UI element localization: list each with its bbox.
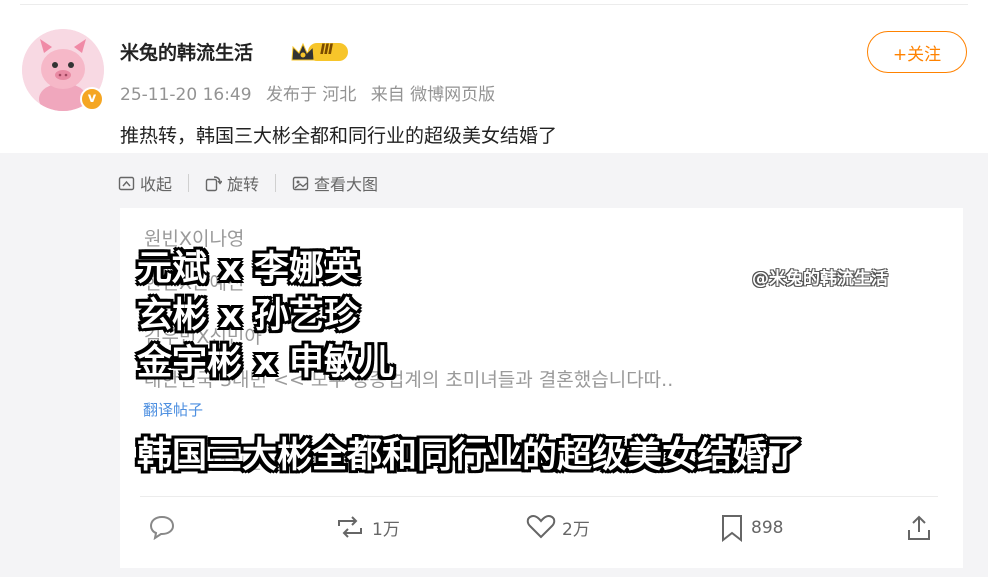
- watermark: @米兔的韩流生活: [752, 269, 888, 289]
- post-source: 来自 微博网页版: [370, 85, 496, 105]
- collapse-label: 收起: [140, 175, 173, 194]
- view-large-label: 查看大图: [314, 175, 379, 194]
- overlay-line: 元斌 x 李娜英: [137, 249, 359, 289]
- bookmark-count: 898: [751, 518, 784, 538]
- share-button[interactable]: [905, 514, 939, 542]
- repost-count: 1万: [372, 519, 400, 540]
- image-icon: [292, 176, 309, 190]
- verified-badge-icon: v: [80, 87, 104, 111]
- like-button[interactable]: 2万: [526, 514, 590, 540]
- repost-icon: [338, 516, 362, 538]
- comment-button[interactable]: [148, 514, 182, 540]
- bookmark-button[interactable]: 898: [719, 514, 783, 542]
- media-toolbar: 收起 旋转 查看大图: [118, 171, 378, 195]
- rotate-icon: [205, 175, 223, 191]
- overlay-line: 金宇彬 x 申敏儿: [137, 343, 394, 383]
- like-count: 2万: [562, 519, 590, 540]
- overlay-caption: 韩国三大彬全都和同行业的超级美女结婚了: [137, 436, 803, 476]
- comment-icon: [149, 515, 175, 540]
- image-divider: [140, 496, 938, 497]
- translate-link[interactable]: 翻译帖子: [143, 399, 203, 420]
- rotate-button[interactable]: 旋转: [205, 171, 259, 195]
- rotate-label: 旋转: [227, 175, 260, 194]
- vip-level-badge[interactable]: Ⅲ: [290, 40, 350, 64]
- collapse-icon: [118, 176, 135, 190]
- overlay-line: 玄彬 x 孙艺珍: [137, 296, 359, 336]
- heart-icon: [526, 515, 556, 539]
- repost-button[interactable]: 1万: [334, 514, 400, 540]
- follow-button[interactable]: +关注: [867, 31, 967, 73]
- post-meta: 25-11-20 16:49 发布于 河北 来自 微博网页版: [120, 80, 504, 105]
- level-label: Ⅲ: [320, 42, 334, 58]
- post-text: 推热转，韩国三大彬全都和同行业的超级美女结婚了: [120, 125, 558, 147]
- share-icon: [908, 515, 930, 540]
- collapse-button[interactable]: 收起: [118, 171, 172, 195]
- toolbar-divider: [188, 174, 190, 192]
- bookmark-icon: [722, 515, 742, 542]
- post-time[interactable]: 25-11-20 16:49: [120, 85, 252, 105]
- view-large-button[interactable]: 查看大图: [292, 171, 378, 195]
- toolbar-divider: [275, 174, 277, 192]
- top-divider: [20, 4, 968, 5]
- author-name[interactable]: 米兔的韩流生活: [120, 38, 253, 65]
- post-location: 发布于 河北: [265, 85, 357, 105]
